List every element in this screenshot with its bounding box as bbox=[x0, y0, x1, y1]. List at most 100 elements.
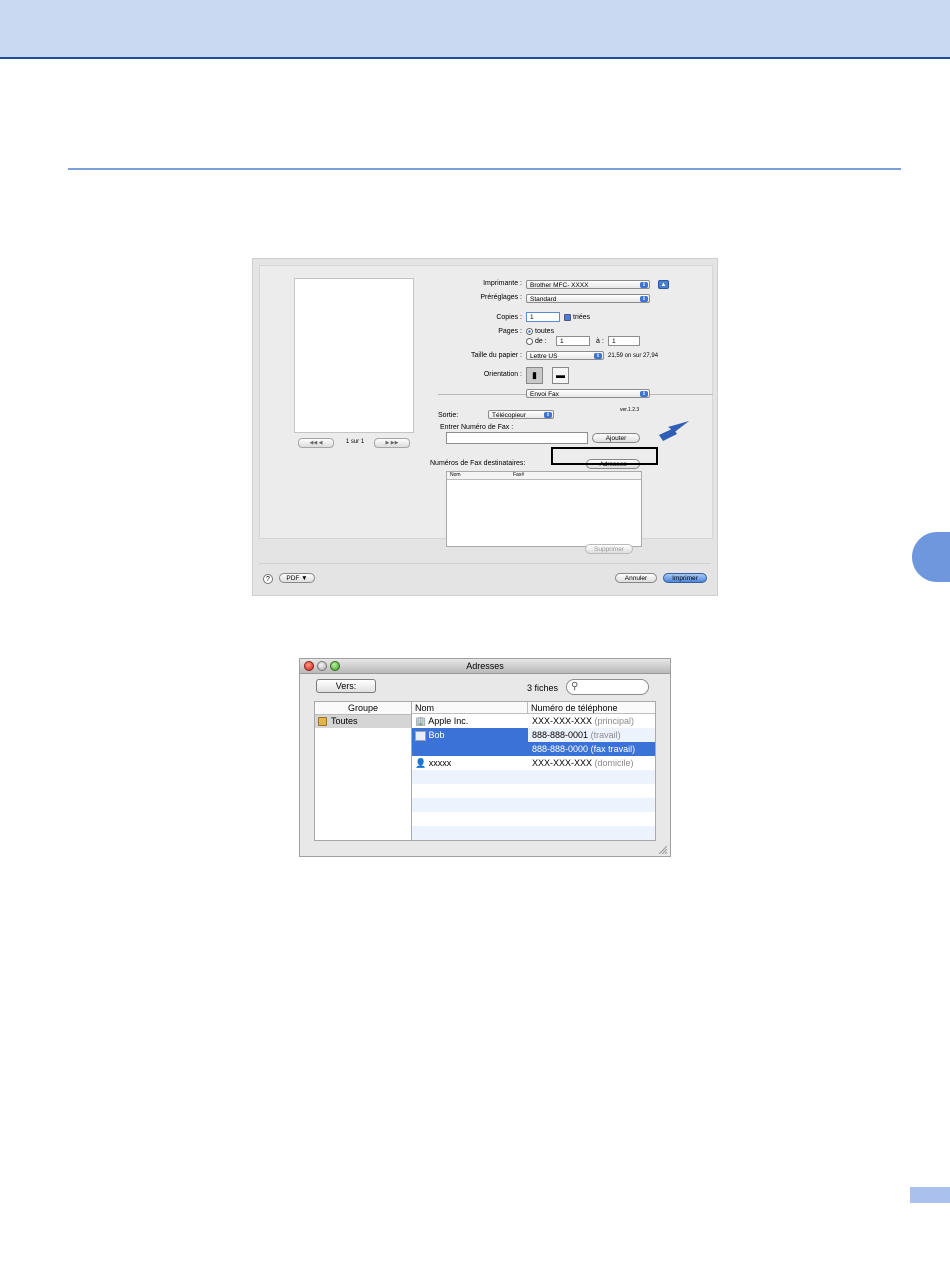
preview-page-indicator: 1 sur 1 bbox=[345, 439, 365, 445]
table-row[interactable]: 🏢 Apple Inc. bbox=[415, 714, 527, 728]
close-icon[interactable] bbox=[304, 661, 314, 671]
section-rule bbox=[68, 168, 901, 170]
minimize-icon[interactable] bbox=[317, 661, 327, 671]
cancel-button[interactable]: Annuler bbox=[615, 573, 657, 583]
phone-number: XXX-XXX-XXX bbox=[532, 716, 593, 726]
orientation-label: Orientation : bbox=[483, 371, 522, 378]
orientation-landscape-icon[interactable]: ▬ bbox=[552, 367, 569, 384]
output-select[interactable]: Télécopieur ⇕ bbox=[488, 410, 554, 419]
copies-field[interactable]: 1 bbox=[526, 312, 560, 322]
row-stripe bbox=[412, 784, 655, 798]
paper-size-select[interactable]: Lettre US ⇕ bbox=[526, 351, 604, 360]
printer-select[interactable]: Brother MFC- XXXX ⇕ bbox=[526, 280, 650, 289]
phone-number: XXX-XXX-XXX bbox=[532, 758, 593, 768]
phone-type: (fax travail) bbox=[590, 744, 636, 754]
collated-checkbox[interactable] bbox=[564, 314, 571, 321]
addresses-highlight-box bbox=[551, 447, 658, 465]
paper-size-value: Lettre US bbox=[530, 353, 558, 360]
select-arrows-icon: ⇕ bbox=[640, 391, 648, 397]
paper-dimensions: 21,59 on sur 27,94 bbox=[608, 353, 659, 359]
zoom-icon[interactable] bbox=[330, 661, 340, 671]
recipients-list[interactable]: Nom Fax# bbox=[446, 471, 642, 547]
name-column-header: Nom bbox=[412, 702, 528, 714]
output-label: Sortie: bbox=[438, 412, 459, 419]
printer-label: Imprimante : bbox=[483, 280, 522, 287]
group-list[interactable]: Groupe Toutes bbox=[314, 701, 412, 841]
row-stripe bbox=[412, 770, 655, 784]
pdf-menu-button[interactable]: PDF ▼ bbox=[279, 573, 315, 583]
collapse-toggle-icon[interactable]: ▲ bbox=[658, 280, 669, 289]
fax-number-label: Entrer Numéro de Fax : bbox=[440, 424, 514, 431]
chapter-tab bbox=[912, 532, 950, 582]
select-arrows-icon: ⇕ bbox=[594, 353, 602, 359]
address-book-icon bbox=[318, 717, 327, 726]
phone-cell[interactable]: 888-888-0000 (fax travail) bbox=[532, 742, 654, 756]
search-icon: ⚲ bbox=[571, 681, 579, 692]
phone-cell[interactable]: 888-888-0001 (travail) bbox=[532, 728, 654, 742]
row-stripe bbox=[412, 812, 655, 826]
contacts-table[interactable]: Nom Numéro de téléphone 🏢 Apple Inc. XXX… bbox=[412, 701, 656, 841]
table-row[interactable]: Bob bbox=[415, 728, 527, 742]
col-fax: Fax# bbox=[513, 472, 525, 478]
presets-label: Préréglages : bbox=[480, 294, 522, 301]
to-button[interactable]: Vers: bbox=[316, 679, 376, 693]
contact-name: Bob bbox=[428, 730, 445, 740]
phone-type: (principal) bbox=[594, 716, 635, 726]
output-value: Télécopieur bbox=[492, 412, 526, 419]
phone-type: (domicile) bbox=[594, 758, 634, 768]
printer-value: Brother MFC- XXXX bbox=[530, 282, 589, 289]
select-arrows-icon: ⇕ bbox=[544, 412, 552, 418]
page-number-tab bbox=[910, 1187, 950, 1203]
collated-label: triées bbox=[573, 314, 591, 321]
panel-select[interactable]: Envoi Fax ⇕ bbox=[526, 389, 650, 398]
footer-separator bbox=[259, 563, 711, 564]
print-dialog: ◀◀ ◀ 1 sur 1 ▶ ▶▶ Imprimante : Brother M… bbox=[252, 258, 718, 596]
pages-all-radio[interactable] bbox=[526, 328, 533, 335]
phone-column-header: Numéro de téléphone bbox=[528, 702, 655, 714]
address-book-window: Adresses Vers: 3 fiches ⚲ Groupe Toutes … bbox=[299, 658, 671, 857]
phone-number: 888-888-0000 bbox=[532, 744, 589, 754]
pages-all-label: toutes bbox=[535, 328, 555, 335]
person-icon: 👤 bbox=[415, 758, 427, 768]
row-stripe bbox=[412, 826, 655, 840]
print-dialog-panel: ◀◀ ◀ 1 sur 1 ▶ ▶▶ Imprimante : Brother M… bbox=[259, 265, 713, 547]
print-button[interactable]: Imprimer bbox=[663, 573, 707, 583]
phone-cell[interactable]: XXX-XXX-XXX (principal) bbox=[532, 714, 654, 728]
copies-label: Copies : bbox=[496, 314, 522, 321]
pages-to-field[interactable]: 1 bbox=[608, 336, 640, 346]
pointer-arrow-icon bbox=[659, 421, 689, 441]
contact-name: Apple Inc. bbox=[428, 716, 469, 726]
page-preview bbox=[294, 278, 414, 433]
select-arrows-icon: ⇕ bbox=[640, 296, 648, 302]
group-item-label: Toutes bbox=[331, 716, 358, 726]
group-item-all[interactable]: Toutes bbox=[315, 715, 411, 728]
record-count: 3 fiches bbox=[527, 683, 559, 693]
pages-label: Pages : bbox=[498, 328, 522, 335]
help-icon[interactable]: ? bbox=[263, 574, 273, 584]
pages-from-field[interactable]: 1 bbox=[556, 336, 590, 346]
paper-size-label: Taille du papier : bbox=[471, 352, 522, 359]
search-input[interactable]: ⚲ bbox=[566, 679, 649, 695]
recipients-list-header: Nom Fax# bbox=[447, 472, 641, 480]
preview-next-button[interactable]: ▶ ▶▶ bbox=[374, 438, 410, 448]
table-row[interactable]: 👤 xxxxx bbox=[415, 756, 527, 770]
select-arrows-icon: ⇕ bbox=[640, 282, 648, 288]
fax-number-input[interactable] bbox=[446, 432, 588, 444]
preview-prev-button[interactable]: ◀◀ ◀ bbox=[298, 438, 334, 448]
orientation-portrait-icon[interactable]: ▮ bbox=[526, 367, 543, 384]
resize-grip-icon[interactable] bbox=[657, 844, 667, 854]
delete-button[interactable]: Supprimer bbox=[585, 544, 633, 554]
pages-range-radio[interactable] bbox=[526, 338, 533, 345]
recipients-label: Numéros de Fax destinataires: bbox=[430, 460, 526, 467]
contact-name: xxxxx bbox=[428, 758, 452, 768]
header-band bbox=[0, 0, 950, 59]
contact-card-icon bbox=[415, 730, 426, 741]
pages-to-label: à : bbox=[596, 338, 604, 345]
add-fax-button[interactable]: Ajouter bbox=[592, 433, 640, 443]
phone-cell[interactable]: XXX-XXX-XXX (domicile) bbox=[532, 756, 654, 770]
panel-value: Envoi Fax bbox=[530, 391, 559, 398]
presets-value: Standard bbox=[530, 296, 557, 303]
presets-select[interactable]: Standard ⇕ bbox=[526, 294, 650, 303]
phone-number: 888-888-0001 bbox=[532, 730, 589, 740]
pages-from-label: de : bbox=[535, 338, 547, 345]
